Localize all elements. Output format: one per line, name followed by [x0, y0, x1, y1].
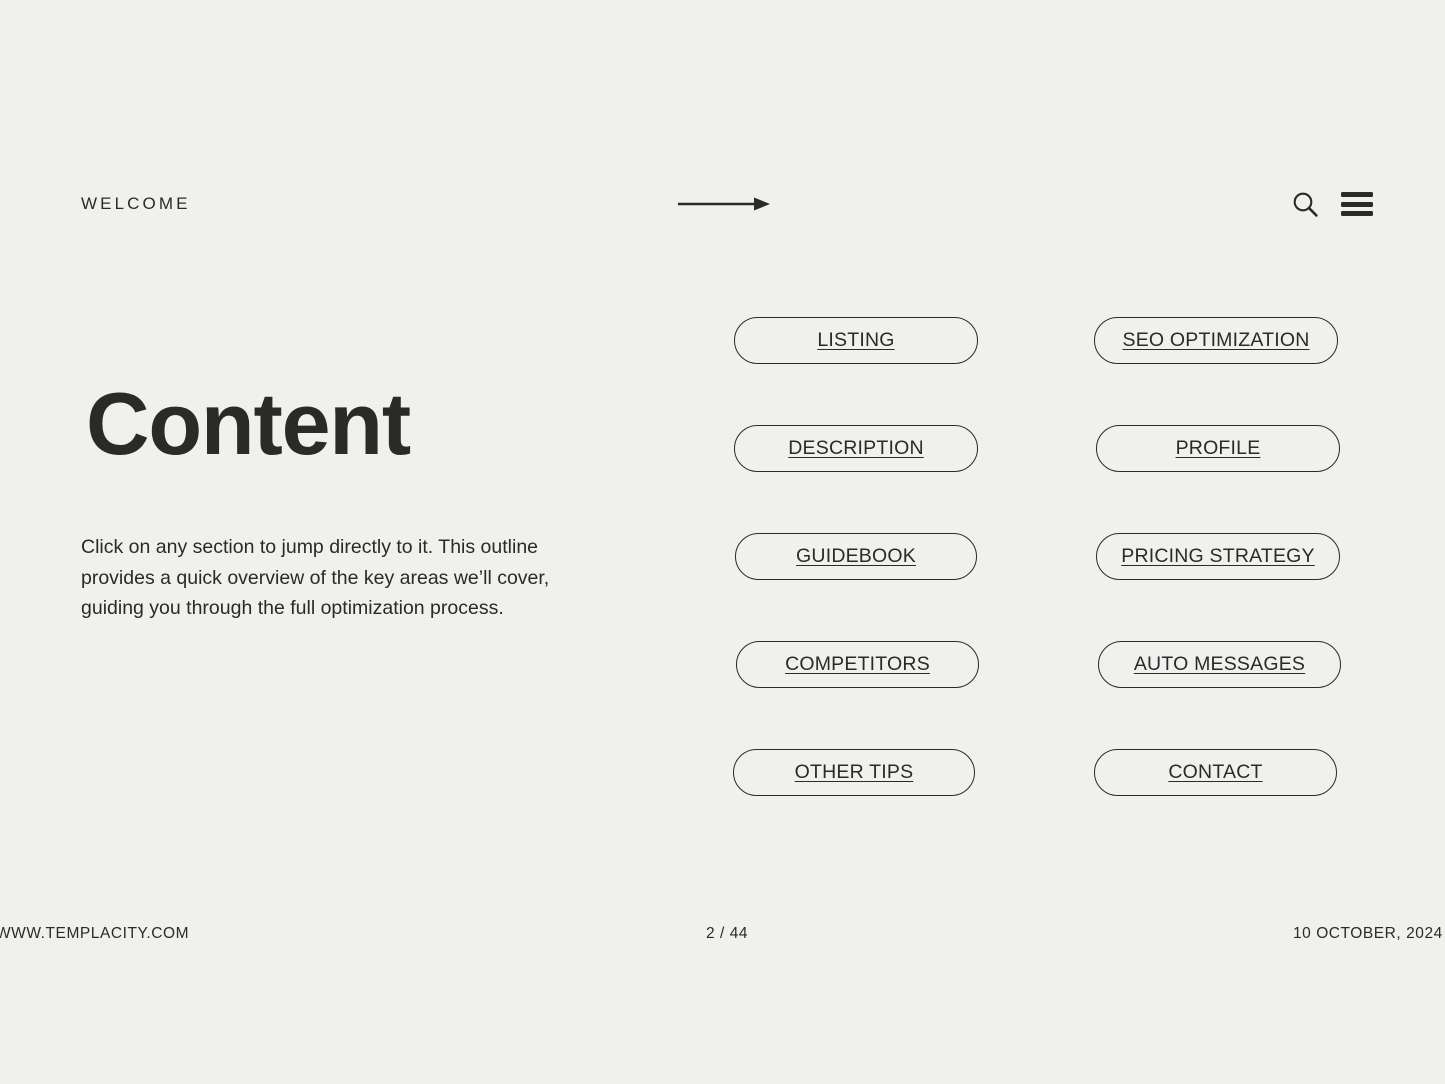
hamburger-bar [1341, 201, 1373, 207]
hamburger-bar [1341, 211, 1373, 216]
toc-link-label: CONTACT [1168, 761, 1263, 783]
toc-link-label: DESCRIPTION [788, 437, 924, 459]
toc-link-label: PROFILE [1175, 437, 1261, 459]
toc-link-other-tips[interactable]: OTHER TIPS [733, 749, 975, 796]
toc-link-label: OTHER TIPS [794, 761, 914, 783]
page-title: Content [86, 374, 411, 473]
slide-header: WELCOME [0, 178, 1445, 230]
slide-eyebrow-label: WELCOME [81, 194, 191, 213]
toc-link-profile[interactable]: PROFILE [1096, 425, 1340, 472]
toc-link-label: AUTO MESSAGES [1133, 653, 1306, 675]
toc-link-listing[interactable]: LISTING [734, 317, 978, 364]
toc-link-contact[interactable]: CONTACT [1094, 749, 1337, 796]
toc-link-label: SEO OPTIMIZATION [1122, 329, 1310, 351]
toc-link-seo-optimization[interactable]: SEO OPTIMIZATION [1094, 317, 1338, 364]
toc-link-pricing-strategy[interactable]: PRICING STRATEGY [1096, 533, 1340, 580]
search-icon[interactable] [1291, 190, 1319, 218]
slide-canvas: WELCOME Content Click on any section to [0, 0, 1445, 1084]
slide-footer: WWW.TEMPLACITY.COM 2 / 44 10 OCTOBER, 20… [0, 925, 1445, 951]
toc-link-label: LISTING [817, 329, 895, 351]
page-description: Click on any section to jump directly to… [81, 536, 550, 620]
toc-link-label: GUIDEBOOK [796, 545, 916, 567]
hamburger-bar [1341, 192, 1373, 197]
hamburger-menu-icon[interactable] [1341, 192, 1373, 216]
toc-link-label: PRICING STRATEGY [1121, 545, 1315, 567]
toc-link-guidebook[interactable]: GUIDEBOOK [735, 533, 977, 580]
footer-date: 10 OCTOBER, 2024 [1293, 925, 1443, 942]
toc-link-competitors[interactable]: COMPETITORS [736, 641, 979, 688]
header-icon-group [1291, 178, 1373, 230]
arrow-right-icon [678, 178, 770, 230]
toc-link-description[interactable]: DESCRIPTION [734, 425, 978, 472]
toc-link-label: COMPETITORS [785, 653, 930, 675]
toc-link-auto-messages[interactable]: AUTO MESSAGES [1098, 641, 1341, 688]
footer-website-link[interactable]: WWW.TEMPLACITY.COM [0, 925, 189, 943]
footer-page-number: 2 / 44 [706, 925, 749, 942]
